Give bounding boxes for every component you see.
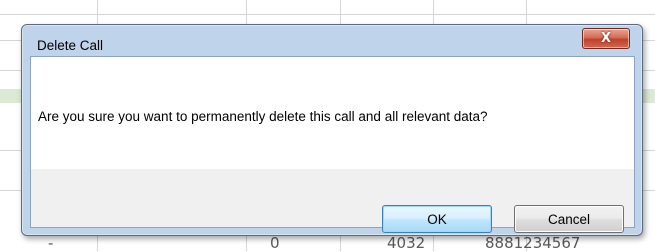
message-area: Are you sure you want to permanently del… (31, 57, 634, 169)
dialog-title: Delete Call (37, 38, 104, 53)
cell-value: 0 (270, 234, 280, 252)
cell-value: 4032 (387, 234, 426, 252)
cell-value: 8881234567 (485, 234, 581, 252)
cell-value: - (48, 234, 54, 252)
grid-line (0, 14, 655, 15)
dialog-titlebar[interactable]: Delete Call X (22, 25, 642, 57)
dialog-body: Are you sure you want to permanently del… (30, 56, 635, 233)
delete-call-dialog: Delete Call X Are you sure you want to p… (21, 24, 643, 236)
ok-button[interactable]: OK (382, 205, 492, 233)
confirmation-message: Are you sure you want to permanently del… (38, 109, 488, 124)
close-icon: X (600, 31, 612, 46)
close-button[interactable]: X (582, 28, 630, 49)
cancel-button[interactable]: Cancel (514, 205, 624, 233)
